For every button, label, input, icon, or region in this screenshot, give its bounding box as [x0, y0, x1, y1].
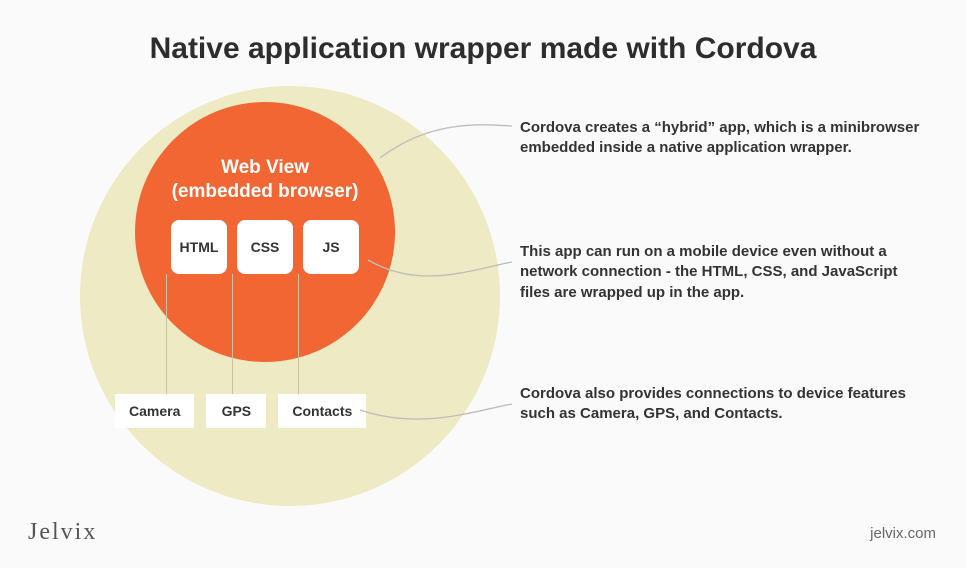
- tech-js-box: JS: [303, 220, 359, 274]
- webview-circle: Web View (embedded browser) HTML CSS JS: [135, 102, 395, 362]
- feature-camera-box: Camera: [115, 394, 194, 428]
- description-3: Cordova also provides connections to dev…: [520, 384, 920, 425]
- connector-line: [298, 274, 299, 394]
- site-link: jelvix.com: [870, 525, 936, 542]
- tech-html-box: HTML: [171, 220, 227, 274]
- description-1: Cordova creates a “hybrid” app, which is…: [520, 118, 920, 159]
- diagram-canvas: Native application wrapper made with Cor…: [0, 0, 966, 568]
- feature-contacts-box: Contacts: [278, 394, 366, 428]
- feature-row: Camera GPS Contacts: [115, 394, 366, 428]
- brand-logo: Jelvix: [28, 519, 97, 546]
- webview-title-line2: (embedded browser): [172, 181, 359, 202]
- connector-line: [166, 274, 167, 394]
- description-2: This app can run on a mobile device even…: [520, 242, 920, 303]
- feature-gps-box: GPS: [206, 394, 266, 428]
- connector-line: [232, 274, 233, 394]
- webview-title: Web View (embedded browser): [135, 156, 395, 204]
- webview-title-line1: Web View: [221, 157, 309, 178]
- tech-css-box: CSS: [237, 220, 293, 274]
- tech-row: HTML CSS JS: [135, 220, 395, 274]
- page-title: Native application wrapper made with Cor…: [0, 32, 966, 66]
